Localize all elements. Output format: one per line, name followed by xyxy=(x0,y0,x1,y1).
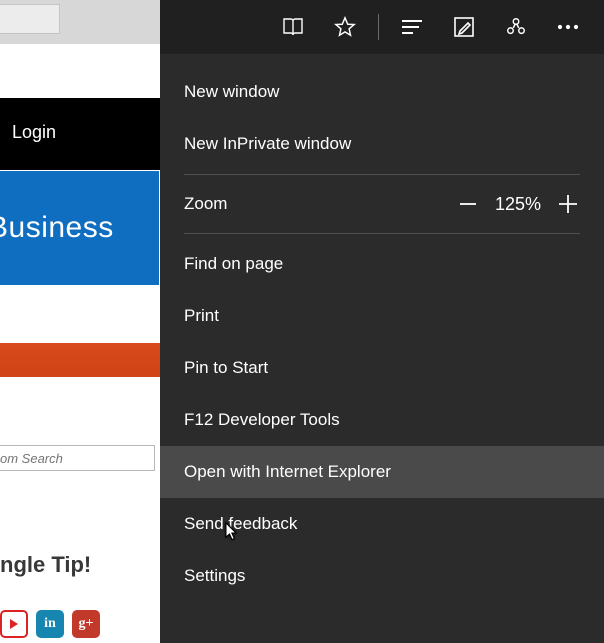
search-input[interactable] xyxy=(0,446,154,470)
more-icon[interactable] xyxy=(545,4,591,50)
menu-open-with-ie[interactable]: Open with Internet Explorer xyxy=(160,446,604,498)
business-banner-text: Business xyxy=(0,211,114,244)
zoom-in-button[interactable] xyxy=(550,193,586,215)
menu-new-inprivate[interactable]: New InPrivate window xyxy=(160,118,604,170)
zoom-out-button[interactable] xyxy=(450,194,486,214)
menu-separator xyxy=(184,233,580,234)
menu-pin-to-start[interactable]: Pin to Start xyxy=(160,342,604,394)
menu-settings[interactable]: Settings xyxy=(160,550,604,602)
login-link[interactable]: Login xyxy=(12,122,56,143)
favorites-star-icon[interactable] xyxy=(322,4,368,50)
business-banner: Business xyxy=(0,170,160,286)
social-icons: in g+ xyxy=(0,610,100,638)
menu-print[interactable]: Print xyxy=(160,290,604,342)
more-menu: New window New InPrivate window Zoom 125… xyxy=(160,54,604,643)
hub-icon[interactable] xyxy=(389,4,435,50)
search-box[interactable] xyxy=(0,445,155,471)
browser-toolbar xyxy=(160,0,604,54)
googleplus-icon[interactable]: g+ xyxy=(72,610,100,638)
menu-find-on-page[interactable]: Find on page xyxy=(160,238,604,290)
menu-send-feedback[interactable]: Send feedback xyxy=(160,498,604,550)
youtube-icon[interactable] xyxy=(0,610,28,638)
reading-list-icon[interactable] xyxy=(270,4,316,50)
linkedin-icon[interactable]: in xyxy=(36,610,64,638)
zoom-value: 125% xyxy=(486,194,550,215)
menu-new-window[interactable]: New window xyxy=(160,54,604,118)
menu-zoom-row: Zoom 125% xyxy=(160,179,604,229)
zoom-label: Zoom xyxy=(184,194,227,214)
share-icon[interactable] xyxy=(493,4,539,50)
tab-fragment[interactable] xyxy=(0,4,60,34)
menu-separator xyxy=(184,174,580,175)
web-note-icon[interactable] xyxy=(441,4,487,50)
tip-heading: ngle Tip! xyxy=(0,552,91,578)
toolbar-divider xyxy=(378,14,379,40)
menu-developer-tools[interactable]: F12 Developer Tools xyxy=(160,394,604,446)
